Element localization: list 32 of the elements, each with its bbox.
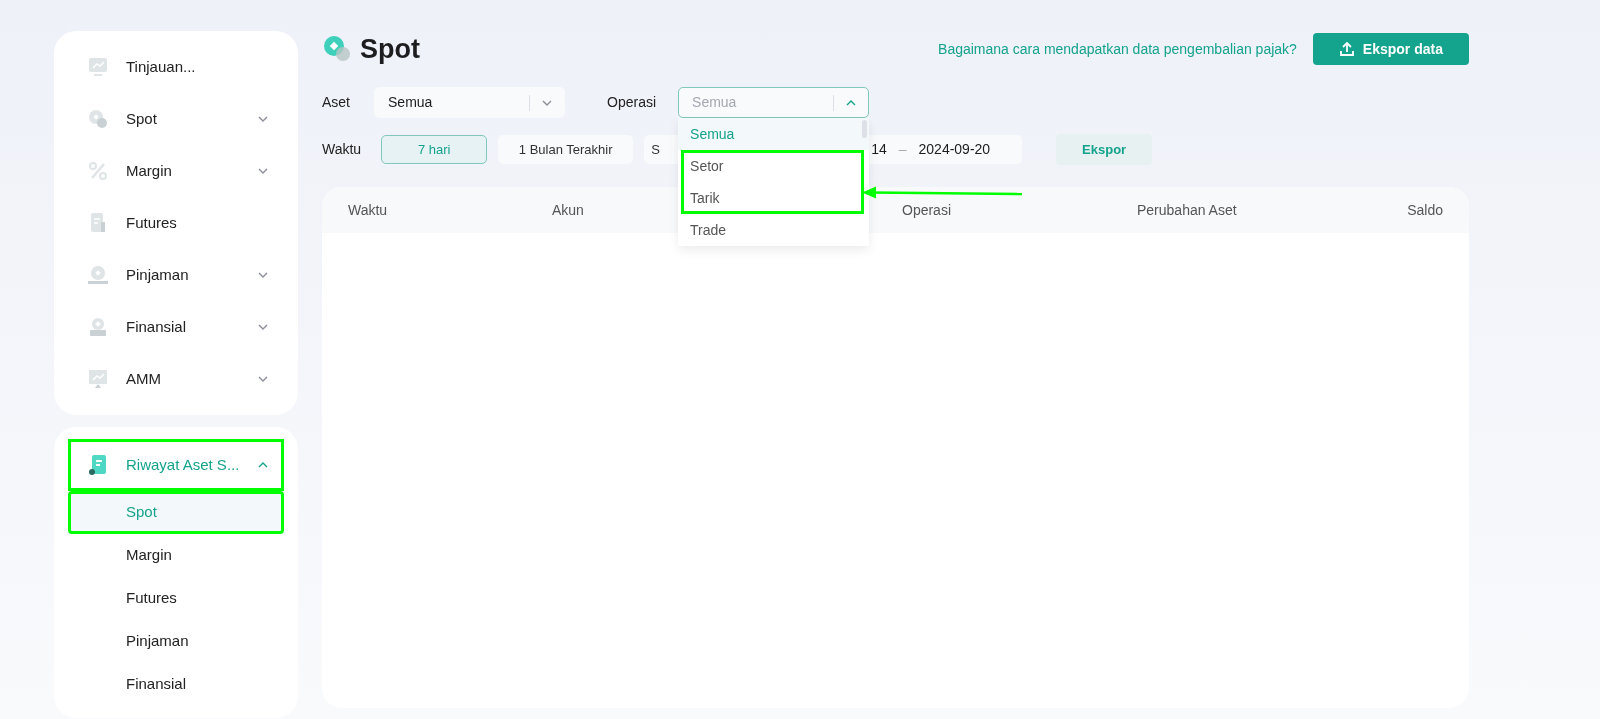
asset-select[interactable]: Semua bbox=[374, 87, 565, 118]
sidebar-item[interactable]: AMM bbox=[68, 353, 284, 405]
sidebar-item[interactable]: Finansial bbox=[68, 301, 284, 353]
scrollbar-thumb[interactable] bbox=[862, 120, 868, 138]
percent-icon bbox=[86, 159, 110, 183]
range-tab[interactable]: 1 Bulan Terakhir bbox=[498, 135, 634, 164]
sidebar-item[interactable]: Tinjauan... bbox=[68, 41, 284, 93]
column-header: Saldo bbox=[1407, 200, 1443, 220]
column-header: Perubahan Aset bbox=[1137, 200, 1238, 220]
monitor-icon bbox=[86, 55, 110, 79]
submenu-item[interactable]: Pinjaman bbox=[68, 620, 284, 663]
sidebar-item[interactable]: Margin bbox=[68, 145, 284, 197]
coin-hand-icon bbox=[86, 263, 110, 287]
filter-label: Waktu bbox=[322, 140, 362, 159]
coins-icon bbox=[86, 107, 110, 131]
upload-icon bbox=[1338, 41, 1355, 57]
chart-screen-icon bbox=[86, 367, 110, 391]
sidebar-item[interactable]: Spot bbox=[68, 93, 284, 145]
dropdown-option[interactable]: Tarik bbox=[681, 182, 865, 214]
dropdown-option[interactable]: Trade bbox=[678, 214, 870, 246]
submenu-item[interactable]: Futures bbox=[68, 577, 284, 620]
filter-label: Operasi bbox=[607, 93, 657, 112]
submenu-item[interactable]: Finansial bbox=[68, 663, 284, 706]
filter-label: Aset bbox=[322, 93, 350, 112]
column-header: Operasi bbox=[902, 200, 953, 220]
submenu-item[interactable]: Margin bbox=[68, 534, 284, 577]
sidebar-item[interactable]: Futures bbox=[68, 197, 284, 249]
column-header: Akun bbox=[552, 200, 585, 220]
logo-icon bbox=[322, 34, 352, 64]
page-title: Spot bbox=[360, 32, 420, 66]
column-header: Waktu bbox=[348, 200, 389, 220]
sidebar-item[interactable]: Pinjaman bbox=[68, 249, 284, 301]
